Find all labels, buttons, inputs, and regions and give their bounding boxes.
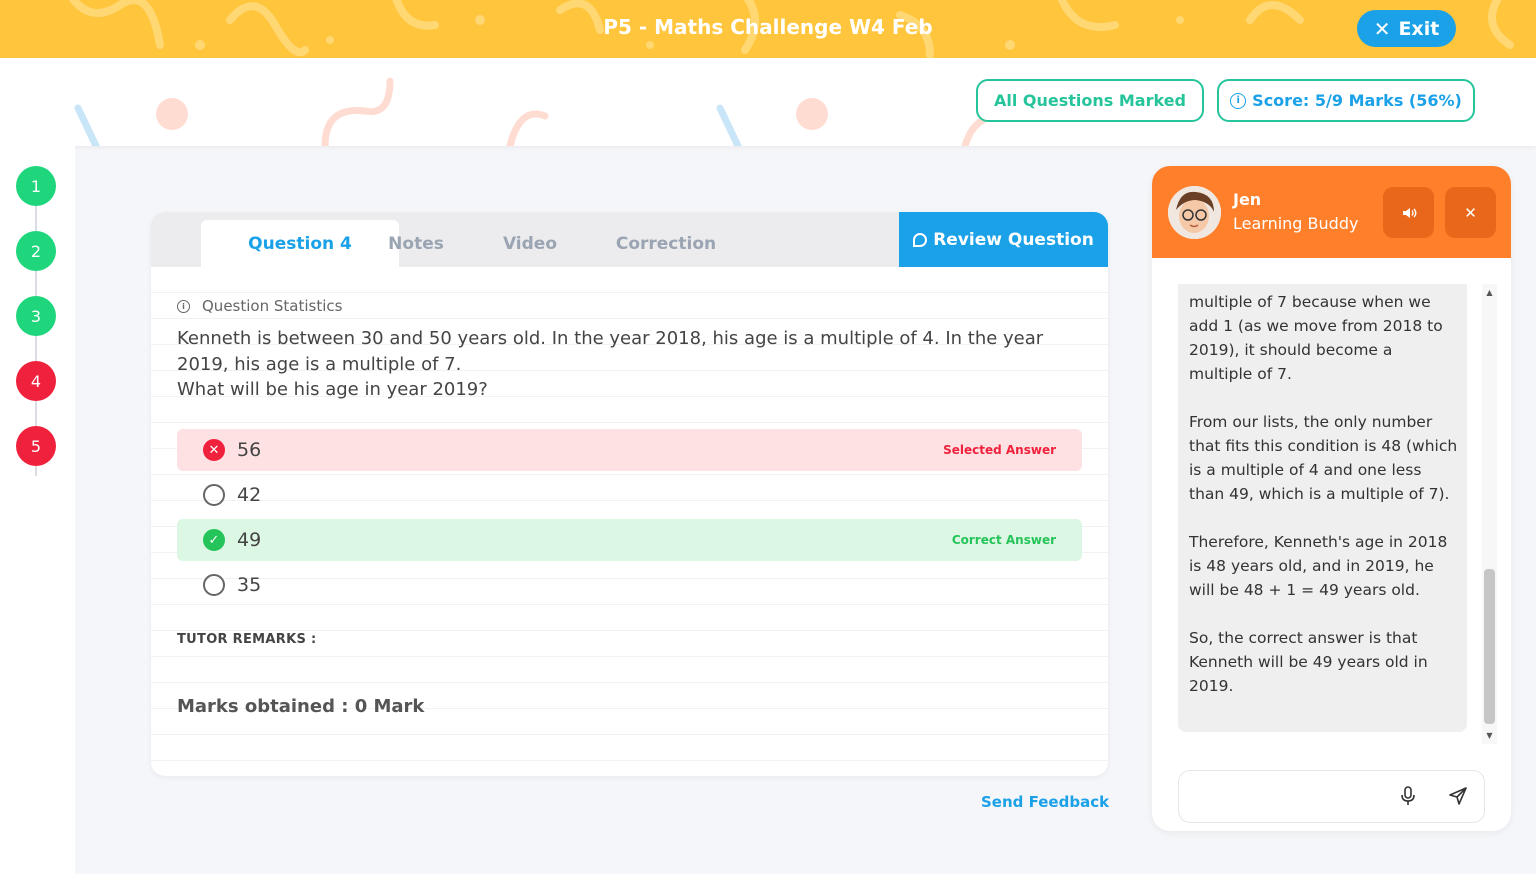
review-question-label: Review Question [933,229,1094,250]
tutor-remarks-label: TUTOR REMARKS : [177,632,317,647]
score-label: Score: 5/9 Marks (56%) [1252,91,1462,110]
page-title: P5 - Maths Challenge W4 Feb [603,15,933,39]
score-button[interactable]: i Score: 5/9 Marks (56%) [1217,79,1475,122]
message-paragraph: Therefore, Kenneth's age in 2018 is 48 y… [1189,533,1448,599]
scroll-down-icon[interactable]: ▼ [1482,731,1497,740]
scroll-up-icon[interactable]: ▲ [1482,288,1497,297]
scrollbar-thumb[interactable] [1484,569,1495,724]
question-statistics-link[interactable]: i Question Statistics [177,297,342,315]
send-feedback-link[interactable]: Send Feedback [981,793,1109,811]
learning-buddy-panel: Jen Learning Buddy ✕ multiple of 7 becau… [1152,166,1511,831]
message-paragraph: So, the correct answer is that Kenneth w… [1189,629,1428,695]
question-nav-1[interactable]: 1 [16,166,56,206]
tab-video[interactable]: Video [481,220,579,267]
tab-notes[interactable]: Notes [361,220,471,267]
question-text: Kenneth is between 30 and 50 years old. … [177,326,1087,403]
close-icon: ✕ [1464,203,1477,222]
send-button[interactable] [1447,785,1469,807]
answer-option-1[interactable]: ✕ 56 Selected Answer [177,429,1082,471]
check-circle-icon: ✓ [203,529,225,551]
close-chat-button[interactable]: ✕ [1445,187,1496,238]
marks-obtained: Marks obtained : 0 Mark [177,696,425,717]
exit-button[interactable]: ✕ Exit [1357,10,1456,47]
chat-header: Jen Learning Buddy ✕ [1152,166,1511,258]
message-paragraph: From our lists, the only number that fit… [1189,413,1458,503]
speaker-button[interactable] [1383,187,1434,238]
answer-option-4[interactable]: 35 [177,564,1082,606]
question-statistics-label: Question Statistics [202,297,343,315]
answer-option-value: 56 [237,439,262,461]
question-nav-2[interactable]: 2 [16,231,56,271]
tab-correction[interactable]: Correction [601,220,731,267]
question-card: Question 4 Notes Video Correction Review… [151,212,1108,776]
info-icon: i [1230,92,1247,109]
cross-circle-icon: ✕ [203,439,225,461]
info-icon: i [177,299,190,313]
message-paragraph: multiple of 7 because when we add 1 (as … [1189,293,1443,383]
chat-message-text: multiple of 7 because when we add 1 (as … [1189,290,1459,722]
question-text-line-2: What will be his age in year 2019? [177,379,488,400]
avatar [1168,186,1221,239]
buddy-name: Jen [1233,190,1262,209]
question-nav-3[interactable]: 3 [16,296,56,336]
answer-option-value: 49 [237,529,262,551]
all-questions-marked-button[interactable]: All Questions Marked [976,79,1204,122]
header-bar: All Questions Marked i Score: 5/9 Marks … [0,58,1536,146]
chat-input[interactable] [1178,770,1485,823]
answer-option-2[interactable]: 42 [177,474,1082,516]
radio-icon [203,484,225,506]
answer-option-value: 35 [237,574,262,596]
microphone-icon [1401,786,1415,805]
chat-bubble-icon [913,232,928,247]
answer-option-3[interactable]: ✓ 49 Correct Answer [177,519,1082,561]
question-nav-5[interactable]: 5 [16,426,56,466]
answer-option-value: 42 [237,484,262,506]
question-rail: 1 2 3 4 5 [0,146,75,874]
question-text-line-1: Kenneth is between 30 and 50 years old. … [177,328,1044,375]
selected-answer-tag: Selected Answer [943,443,1056,457]
correct-answer-tag: Correct Answer [951,533,1056,547]
question-nav-4[interactable]: 4 [16,361,56,401]
chat-scrollbar[interactable]: ▲ ▼ [1482,284,1497,744]
send-icon [1449,787,1467,805]
chat-message: multiple of 7 because when we add 1 (as … [1178,284,1467,732]
microphone-button[interactable] [1397,785,1419,807]
close-icon: ✕ [1373,16,1391,41]
radio-icon [203,574,225,596]
exit-label: Exit [1398,17,1440,40]
review-question-button[interactable]: Review Question [899,212,1108,267]
top-bar: P5 - Maths Challenge W4 Feb ✕ Exit [0,0,1536,58]
speaker-icon [1402,207,1416,218]
buddy-role: Learning Buddy [1233,214,1359,233]
